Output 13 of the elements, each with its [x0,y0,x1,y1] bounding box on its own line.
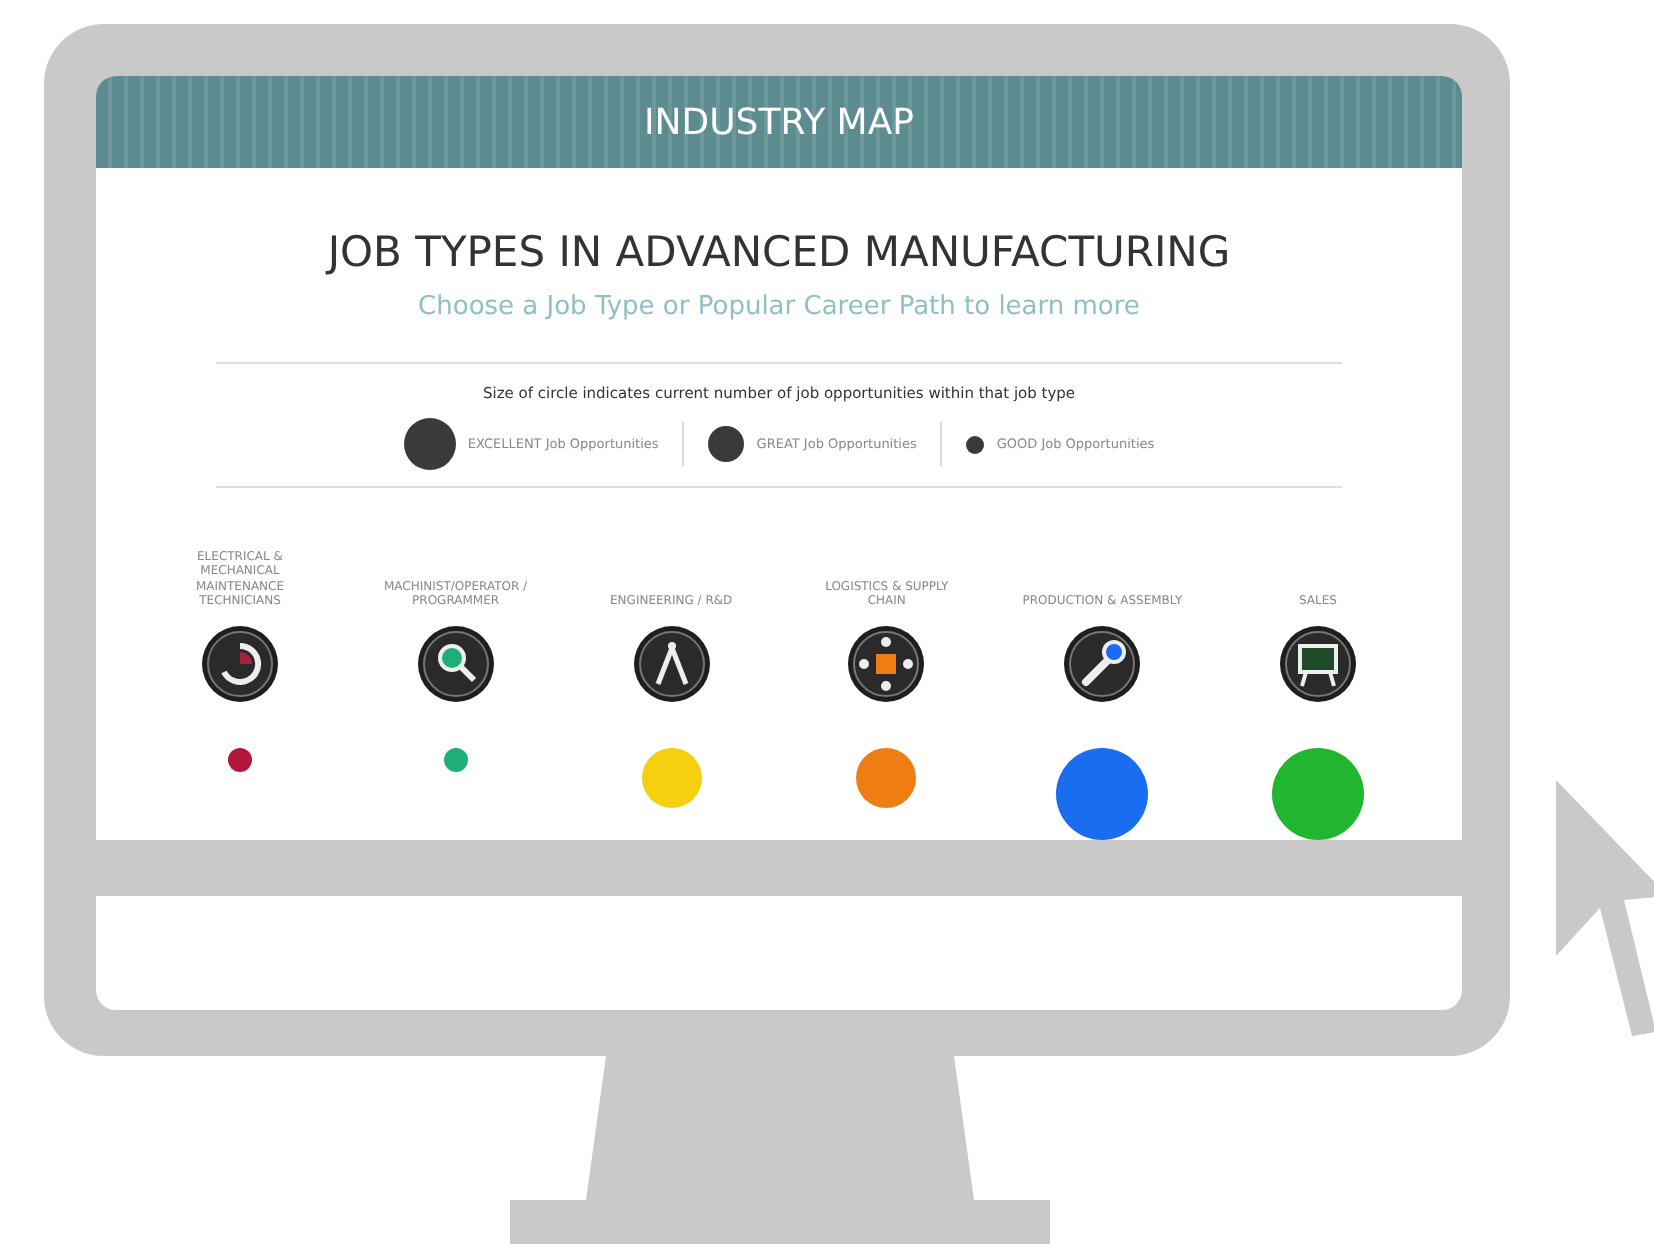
network-icon[interactable] [846,624,927,704]
gauge-icon[interactable] [200,624,280,704]
legend-dot [966,435,985,453]
drafting-compass-icon[interactable] [631,624,712,704]
subheading: Choose a Job Type or Popular Career Path to learn more [418,292,1140,322]
legend-dot [708,426,745,462]
easel-icon[interactable] [1277,624,1358,704]
magnifier-icon[interactable] [415,624,496,704]
cursor-icon [1552,776,1654,1036]
legend-dot [403,418,456,470]
page-title: INDUSTRY MAP [644,101,914,143]
heading: JOB TYPES IN ADVANCED MANUFACTURING [327,228,1231,276]
wrench-icon[interactable] [1062,624,1143,704]
